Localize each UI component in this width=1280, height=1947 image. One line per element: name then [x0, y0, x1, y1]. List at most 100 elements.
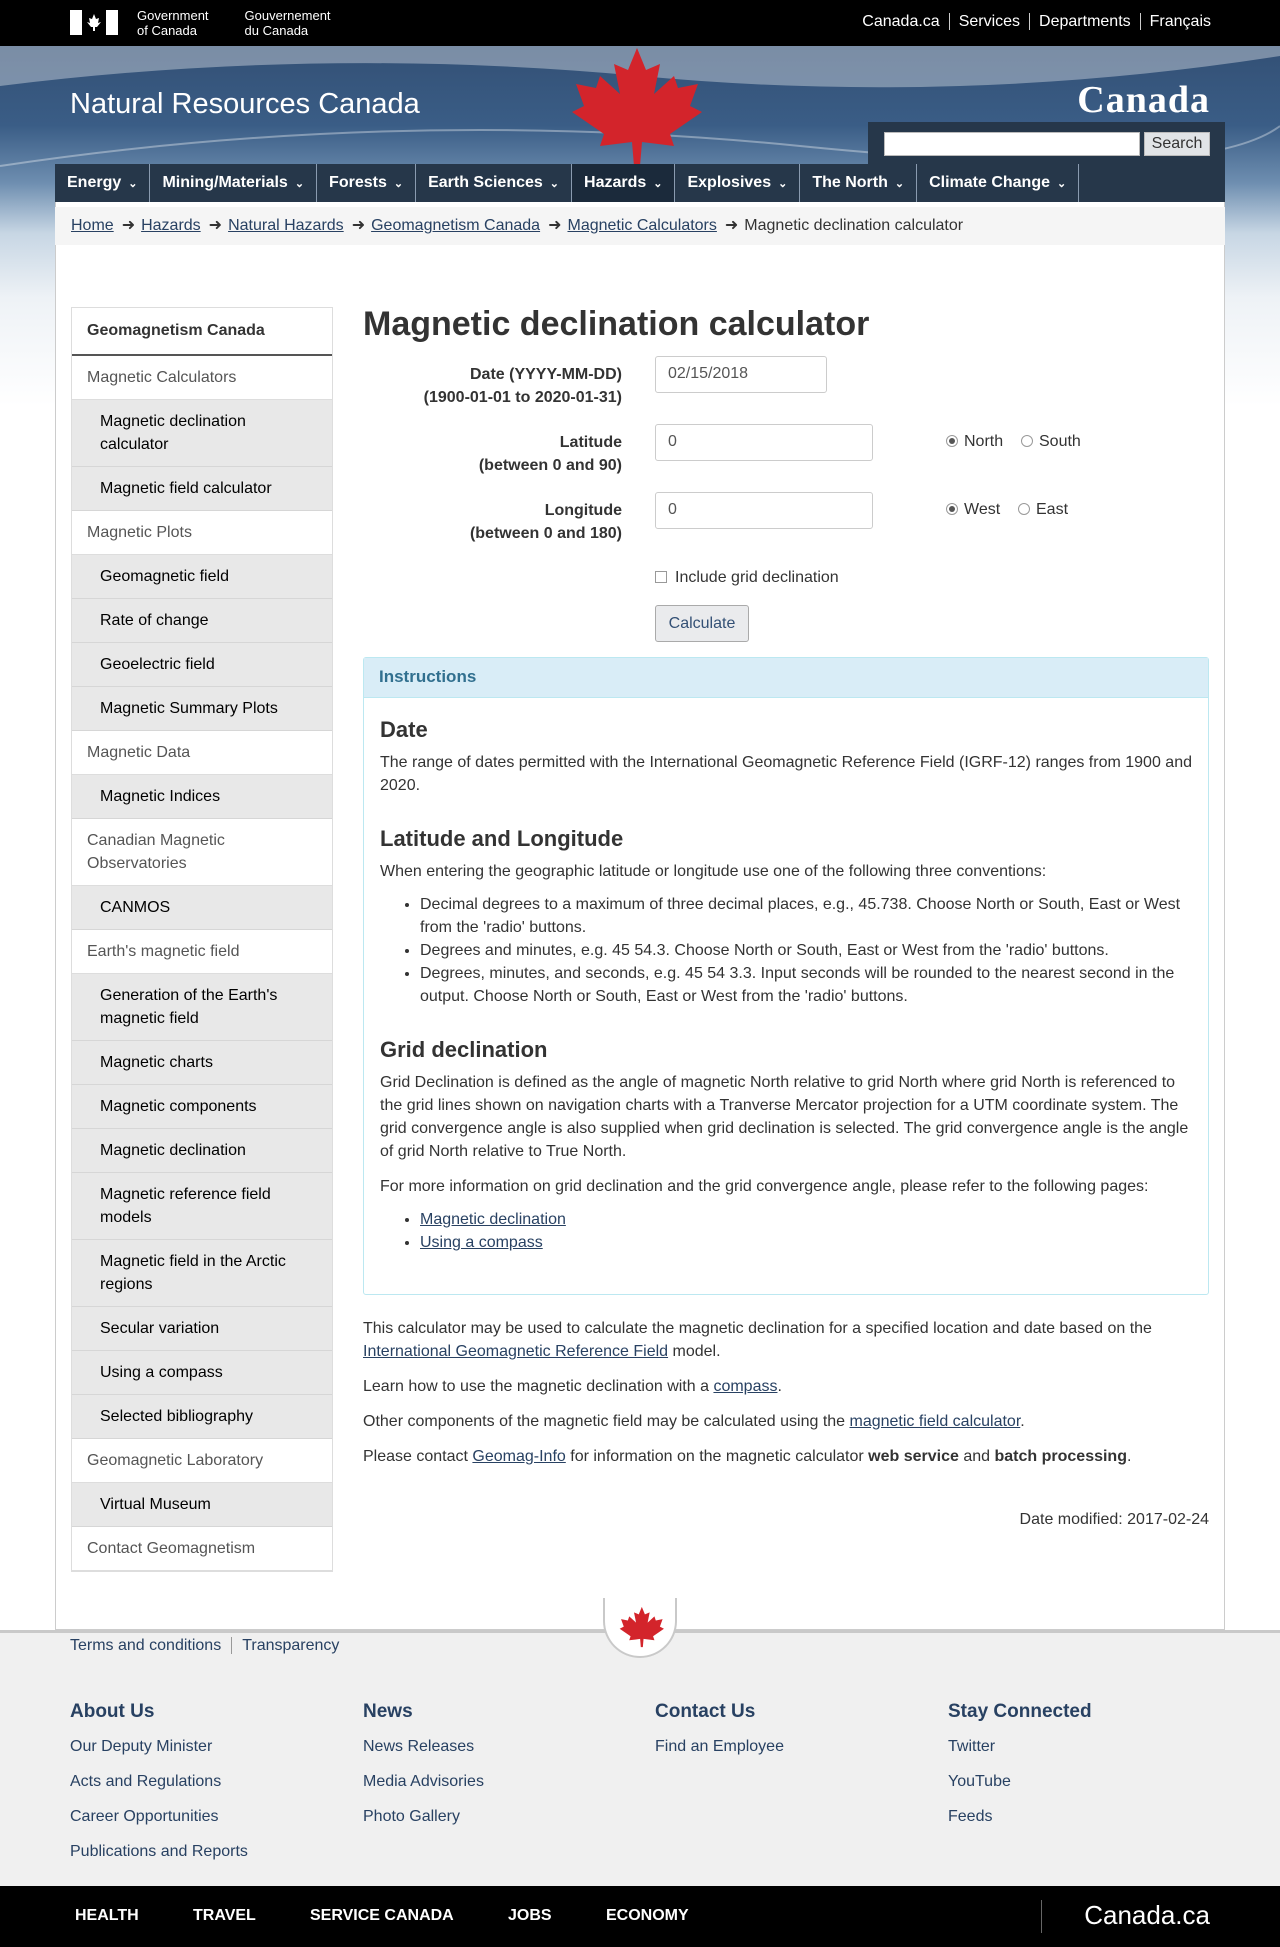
footer-column-social: Stay Connected Twitter YouTube Feeds [948, 1701, 1208, 1840]
footer-link[interactable]: Acts and Regulations [70, 1770, 330, 1793]
nav-item-geoelectric-field[interactable]: Geoelectric field [72, 643, 332, 687]
nav-item-reference-models[interactable]: Magnetic reference field models [72, 1173, 332, 1240]
link-terms[interactable]: Terms and conditions [70, 1637, 231, 1654]
bold-text: web service [868, 1448, 959, 1465]
menu-mining-materials[interactable]: Mining/Materials ⌄ [150, 164, 318, 202]
menu-forests[interactable]: Forests ⌄ [317, 164, 417, 202]
nav-item-declination-calculator[interactable]: Magnetic declination calculator [72, 400, 332, 467]
footer-link[interactable]: Feeds [948, 1805, 1208, 1828]
breadcrumb-home[interactable]: Home [71, 217, 114, 234]
radio-east[interactable]: East [1018, 501, 1068, 519]
radio-south[interactable]: South [1021, 433, 1081, 451]
footer-heading[interactable]: Contact Us [655, 1701, 915, 1723]
longitude-range-text: (between 0 and 180) [469, 525, 622, 542]
instructions-heading: Instructions [364, 658, 1208, 698]
link-health[interactable]: HEALTH [75, 1907, 139, 1925]
date-heading: Date [380, 717, 428, 742]
grid-declination-checkbox[interactable]: Include grid declination [655, 569, 839, 587]
breadcrumb-current: Magnetic declination calculator [744, 217, 964, 234]
link-jobs[interactable]: JOBS [508, 1907, 552, 1925]
nav-item-field-calculator[interactable]: Magnetic field calculator [72, 467, 332, 511]
link-economy[interactable]: ECONOMY [606, 1907, 689, 1925]
link-services[interactable]: Services [948, 13, 1030, 30]
footer-link[interactable]: News Releases [363, 1735, 623, 1758]
link-igrf[interactable]: International Geomagnetic Reference Fiel… [363, 1343, 668, 1360]
calculate-button[interactable]: Calculate [655, 605, 749, 642]
footer-heading[interactable]: News [363, 1701, 623, 1723]
nav-item-virtual-museum[interactable]: Virtual Museum [72, 1483, 332, 1527]
list-item: Using a compass [420, 1231, 1192, 1254]
nav-item-compass[interactable]: Using a compass [72, 1351, 332, 1395]
arrow-right-icon: ➜ [724, 217, 739, 234]
nav-item-magnetic-calculators[interactable]: Magnetic Calculators [72, 356, 332, 400]
breadcrumb-geomagnetism[interactable]: Geomagnetism Canada [371, 217, 540, 234]
menu-earth-sciences[interactable]: Earth Sciences ⌄ [416, 164, 573, 202]
link-transparency[interactable]: Transparency [231, 1637, 350, 1654]
footer-link[interactable]: Media Advisories [363, 1770, 623, 1793]
nav-item-observatories[interactable]: Canadian Magnetic Observatories [72, 819, 332, 886]
breadcrumb-natural-hazards[interactable]: Natural Hazards [228, 217, 344, 234]
link-service-canada[interactable]: SERVICE CANADA [310, 1907, 454, 1925]
footer-link[interactable]: Career Opportunities [70, 1805, 330, 1828]
chevron-down-icon: ⌄ [294, 178, 305, 190]
menu-the-north[interactable]: The North ⌄ [800, 164, 918, 202]
latitude-input[interactable]: 0 [655, 424, 873, 461]
footer-heading[interactable]: Stay Connected [948, 1701, 1208, 1723]
nav-item-declination[interactable]: Magnetic declination [72, 1129, 332, 1173]
link-using-compass[interactable]: Using a compass [420, 1234, 543, 1251]
gov-top-bar: Government of Canada Gouvernement du Canada… [0, 0, 1280, 46]
footer-link[interactable]: Find an Employee [655, 1735, 915, 1758]
search-button[interactable]: Search [1144, 132, 1210, 156]
nav-item-arctic[interactable]: Magnetic field in the Arctic regions [72, 1240, 332, 1307]
menu-energy[interactable]: Energy ⌄ [55, 164, 151, 202]
nav-item-magnetic-data[interactable]: Magnetic Data [72, 731, 332, 775]
nav-item-magnetic-plots[interactable]: Magnetic Plots [72, 511, 332, 555]
nav-item-magnetic-indices[interactable]: Magnetic Indices [72, 775, 332, 819]
menu-climate-change[interactable]: Climate Change ⌄ [917, 164, 1080, 202]
link-field-calculator[interactable]: magnetic field calculator [850, 1413, 1021, 1430]
footer-link[interactable]: YouTube [948, 1770, 1208, 1793]
footer-link[interactable]: Photo Gallery [363, 1805, 623, 1828]
gov-signature[interactable]: Government of Canada Gouvernement du Canada [137, 8, 367, 38]
breadcrumb-hazards[interactable]: Hazards [141, 217, 201, 234]
nav-item-bibliography[interactable]: Selected bibliography [72, 1395, 332, 1439]
breadcrumb-calculators[interactable]: Magnetic Calculators [567, 217, 716, 234]
menu-explosives[interactable]: Explosives ⌄ [675, 164, 801, 202]
date-input[interactable]: 02/15/2018 [655, 356, 827, 393]
link-canada-ca-footer[interactable]: Canada.ca [1084, 1900, 1210, 1931]
nav-item-generation[interactable]: Generation of the Earth's magnetic field [72, 974, 332, 1041]
nav-item-geomagnetic-field[interactable]: Geomagnetic field [72, 555, 332, 599]
footer-link[interactable]: Our Deputy Minister [70, 1735, 330, 1758]
site-title[interactable]: Natural Resources Canada [70, 88, 420, 121]
link-compass[interactable]: compass [713, 1378, 777, 1395]
menu-hazards[interactable]: Hazards ⌄ [572, 164, 676, 202]
nav-item-earths-field[interactable]: Earth's magnetic field [72, 930, 332, 974]
nav-item-charts[interactable]: Magnetic charts [72, 1041, 332, 1085]
nav-item-laboratory[interactable]: Geomagnetic Laboratory [72, 1439, 332, 1483]
nav-item-components[interactable]: Magnetic components [72, 1085, 332, 1129]
footer-heading[interactable]: About Us [70, 1701, 330, 1723]
footer-link[interactable]: Publications and Reports [70, 1840, 330, 1863]
link-departments[interactable]: Departments [1029, 13, 1140, 30]
nav-item-contact[interactable]: Contact Geomagnetism [72, 1527, 332, 1571]
search-input[interactable] [884, 132, 1140, 156]
footer-link[interactable]: Twitter [948, 1735, 1208, 1758]
nav-item-rate-of-change[interactable]: Rate of change [72, 599, 332, 643]
nav-item-summary-plots[interactable]: Magnetic Summary Plots [72, 687, 332, 731]
date-label: Date (YYYY-MM-DD) (1900-01-01 to 2020-01-… [424, 363, 622, 409]
footer-column-about: About Us Our Deputy Minister Acts and Re… [70, 1701, 330, 1875]
link-travel[interactable]: TRAVEL [193, 1907, 256, 1925]
nav-item-secular-variation[interactable]: Secular variation [72, 1307, 332, 1351]
section-nav-heading[interactable]: Geomagnetism Canada [72, 308, 332, 356]
grid-heading: Grid declination [380, 1037, 548, 1062]
radio-north[interactable]: North [946, 433, 1003, 451]
text: . [777, 1378, 782, 1395]
radio-west[interactable]: West [946, 501, 1000, 519]
link-francais[interactable]: Français [1139, 13, 1220, 30]
nav-item-canmos[interactable]: CANMOS [72, 886, 332, 930]
link-geomag-info[interactable]: Geomag-Info [472, 1448, 565, 1465]
link-magnetic-declination[interactable]: Magnetic declination [420, 1211, 566, 1228]
link-canada-ca[interactable]: Canada.ca [853, 13, 948, 30]
list-item: Decimal degrees to a maximum of three de… [420, 893, 1192, 939]
longitude-input[interactable]: 0 [655, 492, 873, 529]
